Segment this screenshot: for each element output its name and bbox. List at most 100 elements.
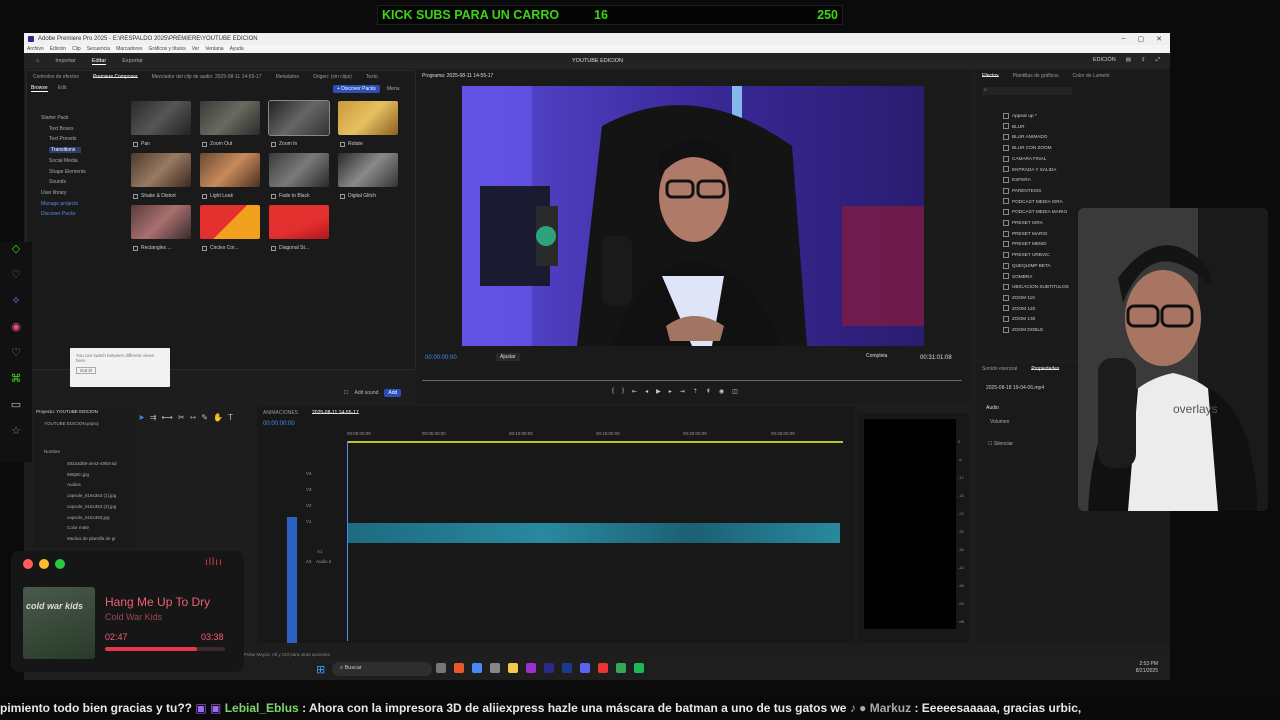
step-forward-icon[interactable]: ▸ [669,388,672,395]
track-a1[interactable]: A1 [317,549,323,554]
effect-preset-item[interactable]: BLUR [1003,122,1069,133]
taskbar-clock[interactable]: 2:53 PM 8/21/2025 [1136,661,1158,675]
menu-clip[interactable]: Clip [72,46,81,52]
thumb-pan[interactable] [131,101,191,135]
timeline-clip-v1[interactable] [347,523,840,543]
tab-graphic-templates[interactable]: Plantillas de gráficos [1013,73,1059,79]
menu-ayuda[interactable]: Ayuda [230,46,244,52]
menu-ventana[interactable]: Ventana [205,46,223,52]
razor-tool-icon[interactable]: ✂ [178,413,185,443]
menu-marcadores[interactable]: Marcadores [116,46,142,52]
slip-tool-icon[interactable]: ⇿ [190,413,197,443]
column-name[interactable]: Nombre [44,449,60,454]
quality-dropdown[interactable]: Completa [866,353,887,359]
effect-preset-item[interactable]: PARENTESIS [1003,186,1069,197]
mute-checkbox[interactable]: ☐ Silenciar [988,441,1013,447]
subtab-browse[interactable]: Browse [31,85,48,92]
effect-preset-item[interactable]: ESFERA [1003,175,1069,186]
effect-preset-item[interactable]: PRESET ISRA [1003,218,1069,229]
app-icon[interactable] [436,663,446,673]
star-icon[interactable]: ☆ [0,424,32,450]
hand-tool-icon[interactable]: ✋ [213,413,223,443]
premiere-icon[interactable] [544,663,554,673]
subtab-edit[interactable]: Edit [58,85,67,92]
eye-icon[interactable]: ◉ [0,320,32,346]
tab-metadata[interactable]: Metadatos [276,74,299,80]
folder-icon[interactable] [508,663,518,673]
effect-preset-item[interactable]: PRESET URBVIC [1003,250,1069,261]
pen-tool-icon[interactable]: ✎ [201,413,208,443]
progress-bar[interactable] [105,647,225,651]
effect-preset-item[interactable]: ZOOM 120 [1003,304,1069,315]
track-v4[interactable]: V4 [306,471,312,476]
extract-icon[interactable]: ⇞ [706,388,711,395]
workspaces-icon[interactable]: ▤ [1126,57,1131,64]
project-item[interactable]: capsule_616x353 (2).jpg [67,502,116,513]
tree-manage-projects[interactable]: Manage projects [41,199,86,210]
menu-edicion[interactable]: Edición [50,46,66,52]
tree-transitions[interactable]: Transitions [49,147,82,154]
minimize-button[interactable]: – [1122,35,1126,43]
tab-effect-controls[interactable]: Controles de efectos [33,74,79,80]
got-it-button[interactable]: Got it! [76,367,97,374]
mark-in-icon[interactable]: { [612,388,614,395]
export-frame-icon[interactable]: ◉ [719,388,724,395]
tab-source[interactable]: Origen: (sin clips) [313,74,352,80]
thumb-digital-glitch[interactable] [338,153,398,187]
timeline-timecode[interactable]: 00:00:00:00 [263,421,295,427]
add-sound-checkbox[interactable]: ☐ [344,390,348,396]
effect-preset-item[interactable]: QUEQUIMP BETA [1003,261,1069,272]
time-ruler[interactable]: 00:00:00:00 00:05:00:00 00:10:00:00 00:1… [347,431,843,443]
app-icon[interactable] [490,663,500,673]
tab-effects[interactable]: Efectos [982,73,999,79]
tree-sounds[interactable]: Sounds [41,177,86,188]
tree-discover-packs[interactable]: Discover Packs [41,209,86,220]
effects-search-icon[interactable]: ⌕ [982,87,1072,95]
maximize-dot-icon[interactable] [55,559,65,569]
spotify-icon[interactable] [634,663,644,673]
discover-packs-button[interactable]: + Discover Packs [333,85,380,93]
program-timecode[interactable]: 00:00:00:00 [425,355,457,361]
workspace-label[interactable]: EDICIÓN [1093,57,1116,64]
nav-export[interactable]: Exportar [122,58,143,65]
sparkle-icon[interactable]: ✧ [0,294,32,320]
tab-animaciones[interactable]: ANIMACIONES [263,410,298,416]
effect-preset-item[interactable]: Appear up * [1003,111,1069,122]
program-video-frame[interactable] [462,86,924,346]
share-icon[interactable]: ⌘ [0,372,32,398]
tree-shape-elements[interactable]: Shape Elements [41,167,86,178]
program-scrubber[interactable] [422,380,962,381]
nav-edit[interactable]: Editar [91,58,107,65]
tree-text-presets[interactable]: Text Presets [41,134,86,145]
audio-section[interactable]: Audio [986,405,999,411]
project-item[interactable]: capsule_616x353 (1).jpg [67,491,116,502]
step-back-icon[interactable]: ◂ [645,388,648,395]
discord-icon[interactable] [580,663,590,673]
project-item[interactable]: 995j8m.jpg [67,470,89,481]
menu-dropdown[interactable]: Menu [387,86,400,92]
close-dot-icon[interactable] [23,559,33,569]
track-target-bar[interactable] [287,517,297,643]
menu-secuencia[interactable]: Secuencia [87,46,110,52]
go-to-in-icon[interactable]: ⇤ [632,388,637,395]
menu-graficos[interactable]: Gráficos y títulos [148,46,185,52]
effect-preset-item[interactable]: PRESET MEMO [1003,239,1069,250]
ripple-edit-icon[interactable]: ⟷ [161,413,172,443]
app-icon[interactable] [472,663,482,673]
play-icon[interactable]: ▶ [656,388,661,395]
effect-preset-item[interactable]: UBICACION SUBTITULOS [1003,282,1069,293]
project-item[interactable]: 483a3d68-4e42-4993-ad [67,459,117,470]
tree-text-boxes[interactable]: Text Boxes [41,124,86,135]
project-title[interactable]: Proyecto: YOUTUBE EDICION [36,409,98,414]
tree-user-library[interactable]: User library [41,188,86,199]
tree-social-media[interactable]: Social Media [41,156,86,167]
track-a2[interactable]: A2 [306,559,312,564]
effect-preset-item[interactable]: PRESET MARIO [1003,229,1069,240]
thumb-rotate[interactable] [338,101,398,135]
maximize-button[interactable]: ▢ [1138,35,1145,43]
effect-preset-item[interactable]: ENTRADA Y SALIDA [1003,165,1069,176]
tab-sequence[interactable]: 2025-08-11 14-55-17 [312,410,359,416]
tab-essential-sound[interactable]: Sonido esencial [982,366,1017,372]
effect-preset-item[interactable]: ZOOM DOBLE [1003,325,1069,336]
effect-preset-item[interactable]: ZOOM 110 [1003,293,1069,304]
